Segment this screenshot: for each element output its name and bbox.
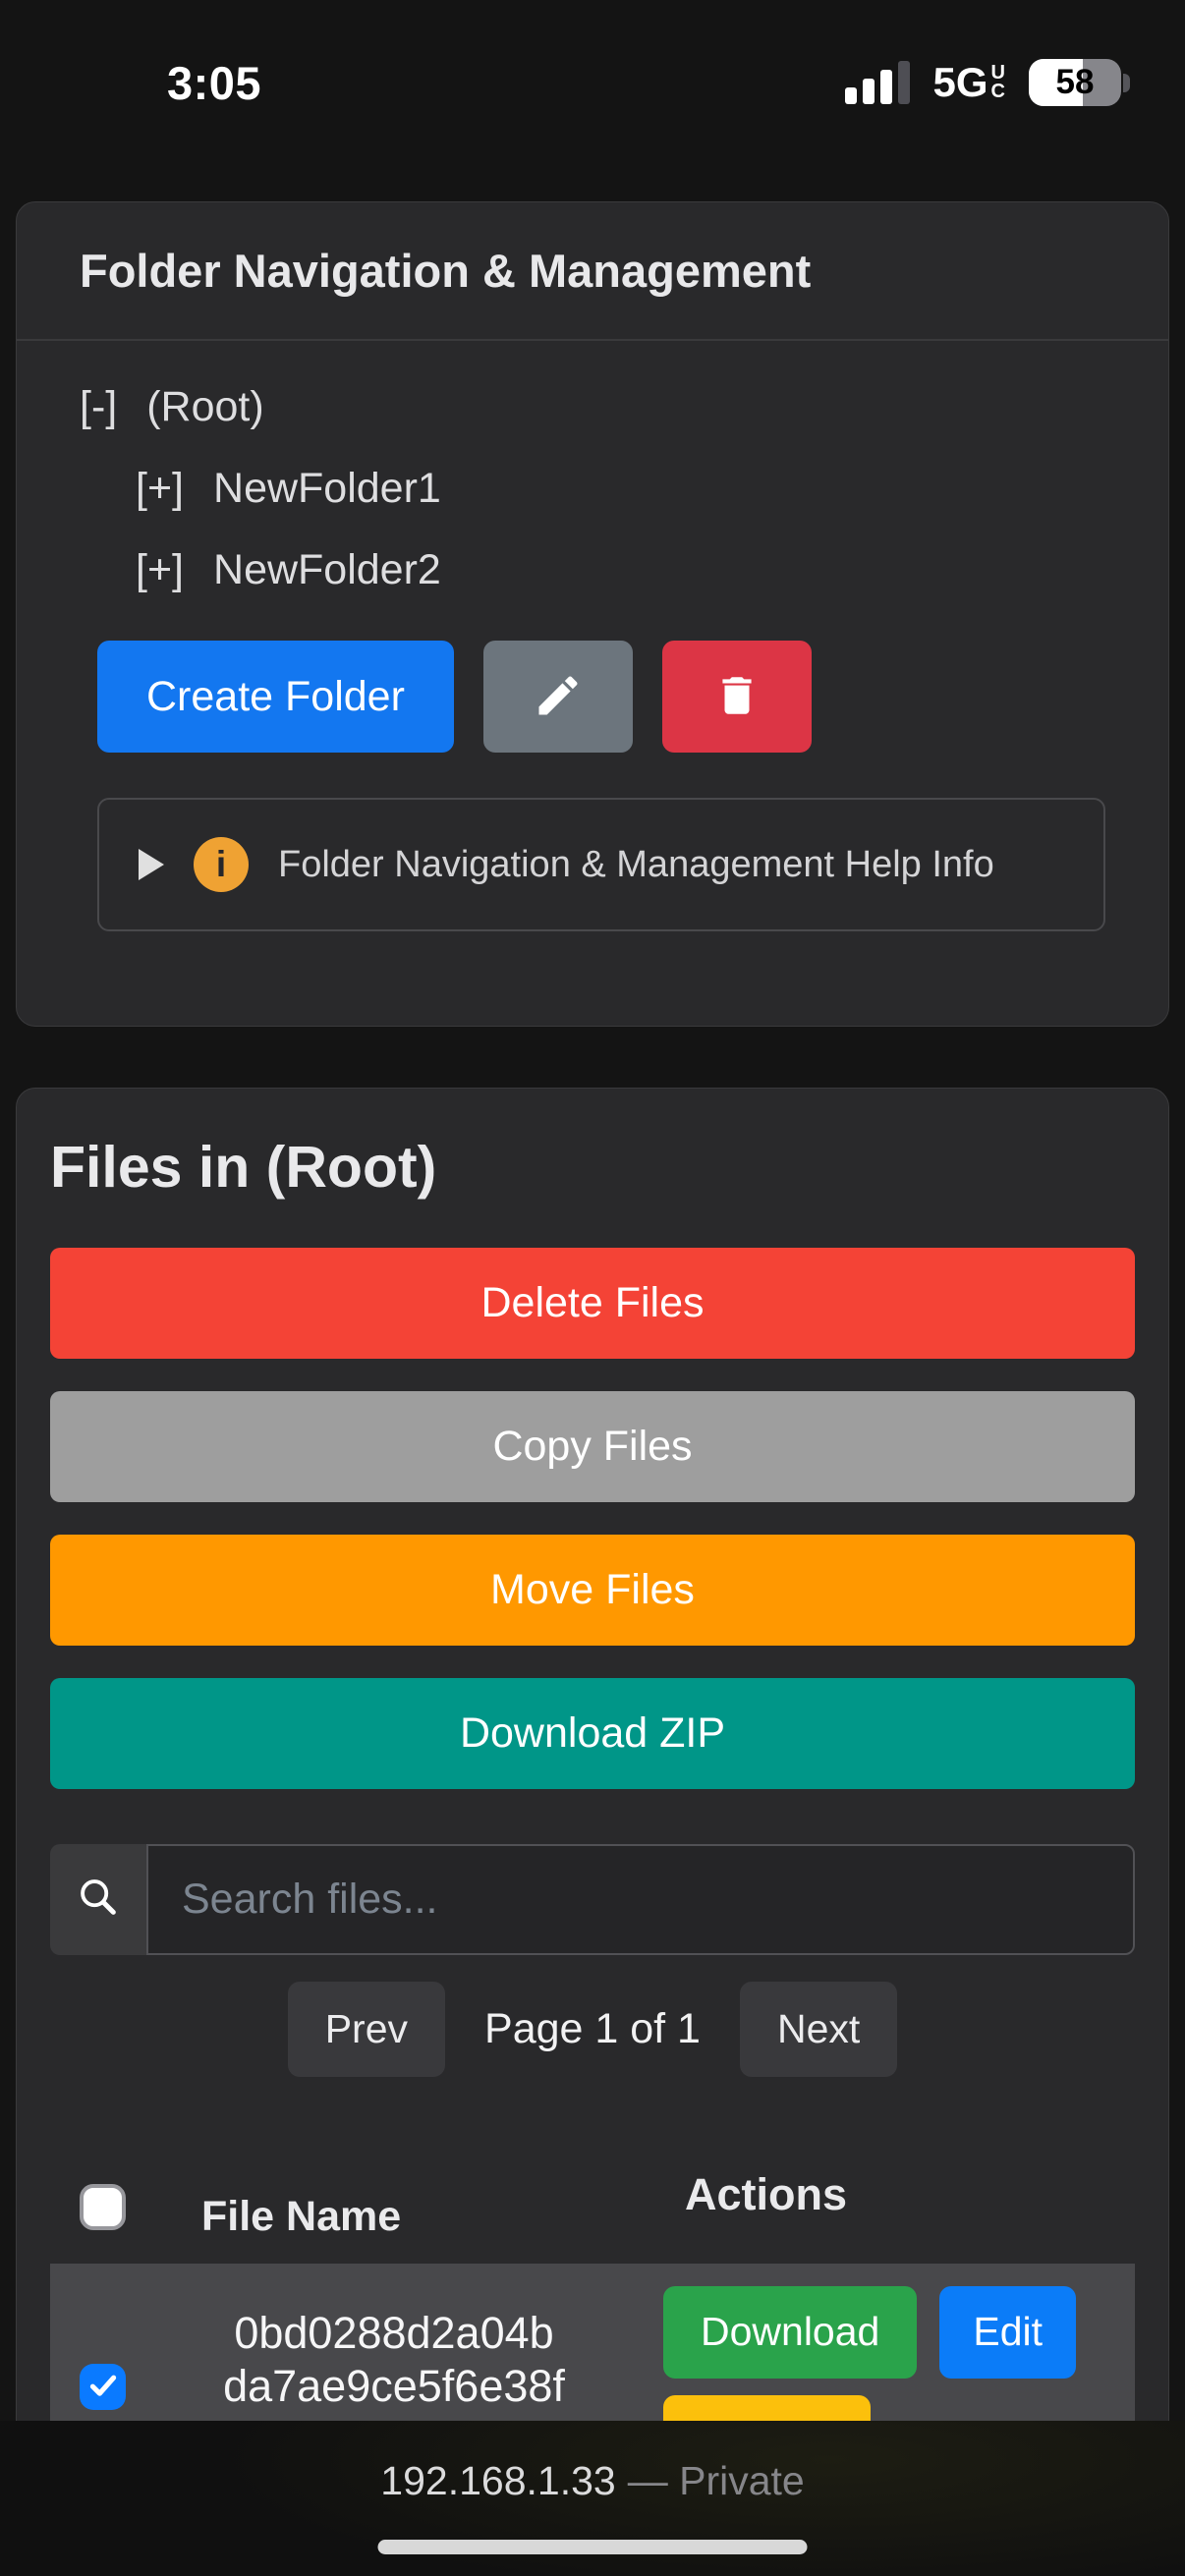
download-button[interactable]: Download [663, 2286, 917, 2379]
select-all-checkbox[interactable] [80, 2184, 126, 2230]
search-bar [50, 1844, 1135, 1955]
check-icon [86, 2369, 120, 2405]
tree-item-label: (Root) [146, 383, 263, 431]
clock-label: 3:05 [167, 56, 261, 110]
files-card-title: Files in (Root) [50, 1089, 1135, 1201]
battery-icon: 58 [1029, 59, 1130, 106]
folder-actions-row: Create Folder [97, 641, 1105, 753]
folder-tree: [-] (Root) [+] NewFolder1 [+] NewFolder2 [80, 366, 1105, 611]
battery-percent-label: 58 [1029, 59, 1121, 106]
battery-nub [1123, 74, 1130, 92]
search-icon [76, 1875, 121, 1925]
folder-card-body: [-] (Root) [+] NewFolder1 [+] NewFolder2… [17, 341, 1168, 1026]
delete-folder-button[interactable] [662, 641, 812, 753]
actions-header: Actions [640, 2169, 1135, 2220]
rename-folder-button[interactable] [483, 641, 633, 753]
edit-button[interactable]: Edit [939, 2286, 1076, 2379]
search-addon [50, 1844, 146, 1955]
move-files-button[interactable]: Move Files [50, 1535, 1135, 1646]
help-label: Folder Navigation & Management Help Info [278, 844, 994, 886]
signal-strength-icon [845, 61, 910, 104]
create-folder-button[interactable]: Create Folder [97, 641, 454, 753]
disclosure-triangle-icon[interactable] [139, 849, 164, 880]
delete-files-button[interactable]: Delete Files [50, 1248, 1135, 1359]
status-bar: 3:05 5G U C 58 [0, 0, 1185, 147]
file-table-header: File Name Actions [50, 2167, 1135, 2246]
tree-item-root[interactable]: [-] (Root) [80, 366, 1105, 448]
trash-icon [712, 671, 762, 723]
tree-collapse-toggle[interactable]: [-] [80, 383, 117, 431]
address-bar[interactable]: 192.168.1.33 — Private [0, 2421, 1185, 2504]
network-type-label: 5G U C [933, 59, 1005, 106]
tree-item-label: NewFolder1 [213, 465, 441, 513]
page-indicator: Page 1 of 1 [484, 2005, 701, 2053]
folder-card-title: Folder Navigation & Management [17, 202, 1168, 341]
row-checkbox[interactable] [80, 2364, 126, 2410]
search-input[interactable] [146, 1844, 1135, 1955]
files-card: Files in (Root) Delete Files Copy Files … [16, 1088, 1169, 2569]
tree-expand-toggle[interactable]: [+] [136, 465, 184, 513]
url-address: 192.168.1.33 [380, 2458, 615, 2504]
folder-management-card: Folder Navigation & Management [-] (Root… [16, 201, 1169, 1027]
home-indicator[interactable] [378, 2540, 808, 2554]
tree-item-label: NewFolder2 [213, 546, 441, 594]
tree-expand-toggle[interactable]: [+] [136, 546, 184, 594]
file-name: 0bd0288d2a04b da7ae9ce5f6e38f [148, 2264, 640, 2413]
status-icons: 5G U C 58 [845, 59, 1130, 106]
tree-item-newfolder2[interactable]: [+] NewFolder2 [80, 530, 1105, 611]
download-zip-button[interactable]: Download ZIP [50, 1678, 1135, 1789]
pagination: Prev Page 1 of 1 Next [50, 1982, 1135, 2077]
copy-files-button[interactable]: Copy Files [50, 1391, 1135, 1502]
browser-bottom-bar: 192.168.1.33 — Private [0, 2421, 1185, 2576]
next-page-button[interactable]: Next [740, 1982, 897, 2077]
pencil-icon [533, 670, 584, 724]
network-label: 5G [933, 59, 988, 106]
tree-item-newfolder1[interactable]: [+] NewFolder1 [80, 448, 1105, 530]
prev-page-button[interactable]: Prev [288, 1982, 445, 2077]
file-name-header: File Name [148, 2193, 640, 2241]
info-icon: i [194, 837, 249, 892]
help-disclosure[interactable]: i Folder Navigation & Management Help In… [97, 798, 1105, 931]
privacy-label: — Private [628, 2458, 805, 2504]
network-sub-label: U C [991, 64, 1005, 101]
